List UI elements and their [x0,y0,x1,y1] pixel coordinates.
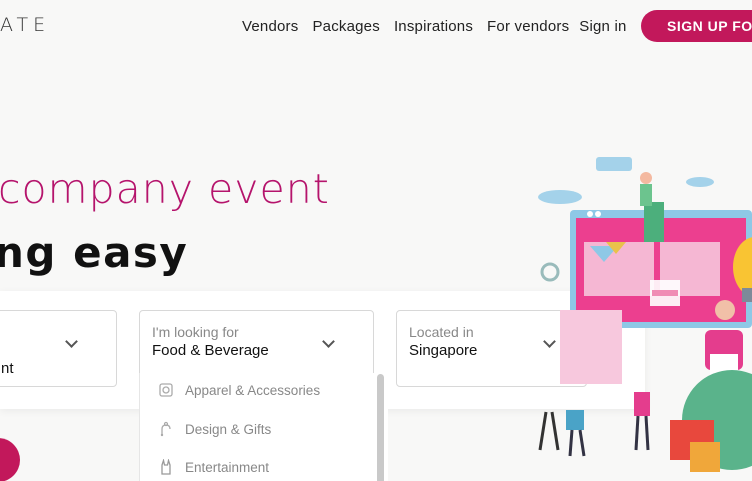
hero-illustration [538,157,752,472]
rock-hand-icon [157,458,175,476]
nav-link-for-vendors[interactable]: For vendors [487,18,569,35]
dropdown-item-label: Design & Gifts [185,421,272,437]
dropdown-scrollbar[interactable] [377,374,384,481]
hero-headline-line1: company event [0,165,330,213]
hero-headline-line2: ng easy [0,228,189,277]
dropdown-item-apparel[interactable]: Apparel & Accessories [157,380,320,400]
dropdown-item-label: Apparel & Accessories [185,382,321,398]
main-nav: Vendors Packages Inspirations For vendor… [242,18,641,35]
sign-in-link[interactable]: Sign in [579,18,626,35]
chevron-down-icon [322,335,335,348]
location-value: Singapore [409,342,478,359]
nav-link-inspirations[interactable]: Inspirations [394,18,473,35]
dropdown-item-entertainment[interactable]: Entertainment [157,457,269,477]
gift-icon [157,420,175,438]
brand-logo[interactable]: ATE [0,14,50,36]
chat-button[interactable] [0,438,20,481]
dropdown-item-label: Entertainment [185,459,270,475]
shirt-icon [157,381,175,399]
location-label: Located in [409,324,474,340]
category-dropdown-list: Apparel & Accessories Design & Gifts Ent… [139,373,388,481]
event-type-value: nt [1,360,14,377]
event-type-select[interactable]: nt [0,310,117,387]
nav-link-packages[interactable]: Packages [312,18,379,35]
chevron-down-icon [65,335,78,348]
nav-link-vendors[interactable]: Vendors [242,18,298,35]
dropdown-item-design-gifts[interactable]: Design & Gifts [157,419,271,439]
category-value: Food & Beverage [152,342,269,359]
sign-up-button[interactable]: SIGN UP FO [641,10,752,42]
category-label: I'm looking for [152,324,239,340]
